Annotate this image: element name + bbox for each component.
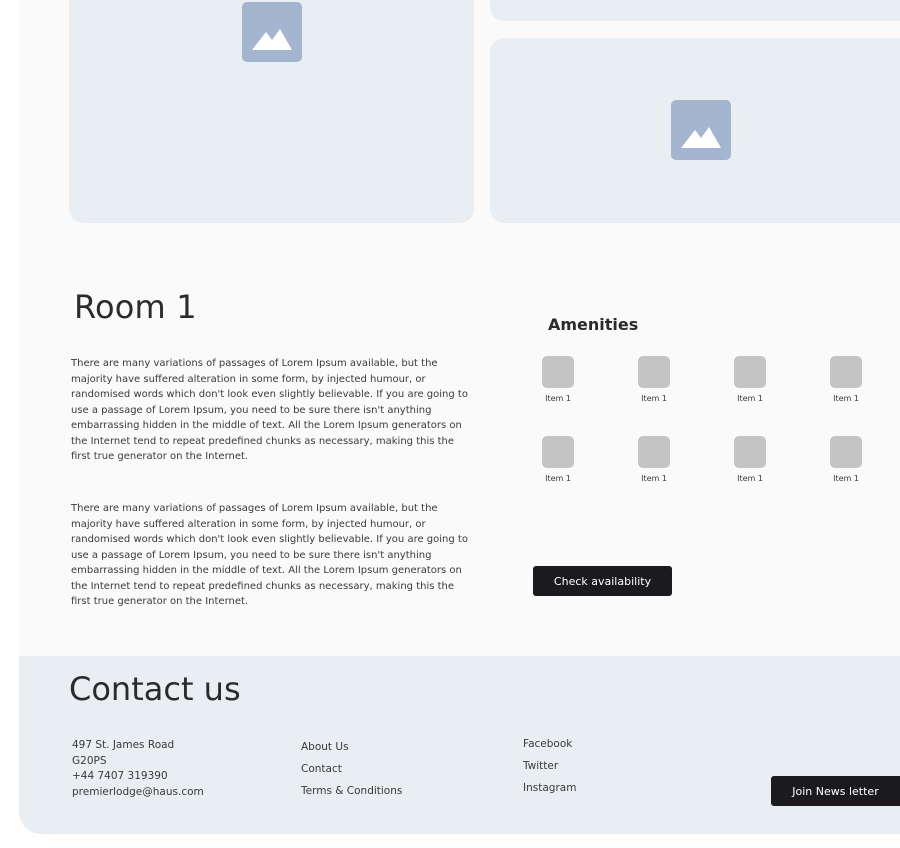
room-details-page: Room 1 There are many variations of pass… xyxy=(19,0,900,834)
contact-section: Contact us 497 St. James Road G20PS +44 … xyxy=(19,656,900,834)
contact-phone: +44 7407 319390 xyxy=(72,770,168,782)
contact-email: premierlodge@haus.com xyxy=(72,785,204,798)
amenity-label: Item 1 xyxy=(545,394,571,403)
amenity-item: Item 1 xyxy=(816,436,876,483)
amenities-title: Amenities xyxy=(548,315,639,334)
footer-link-contact[interactable]: Contact xyxy=(301,758,402,780)
amenity-label: Item 1 xyxy=(737,394,763,403)
image-placeholder-icon xyxy=(671,100,731,160)
amenity-item: Item 1 xyxy=(528,356,588,403)
amenity-icon xyxy=(542,436,574,468)
gallery-image-secondary-bottom[interactable] xyxy=(490,38,900,223)
image-placeholder-icon xyxy=(242,2,302,62)
amenity-label: Item 1 xyxy=(833,474,859,483)
amenity-item: Item 1 xyxy=(720,356,780,403)
amenity-item: Item 1 xyxy=(624,436,684,483)
check-availability-button[interactable]: Check availability xyxy=(533,566,672,596)
amenity-icon xyxy=(638,436,670,468)
footer-link-terms[interactable]: Terms & Conditions xyxy=(301,780,402,802)
footer-link-twitter[interactable]: Twitter xyxy=(523,755,576,777)
footer-link-instagram[interactable]: Instagram xyxy=(523,777,576,799)
room-description-paragraph: There are many variations of passages of… xyxy=(71,358,468,462)
contact-title: Contact us xyxy=(69,670,241,708)
footer-social-links: Facebook Twitter Instagram xyxy=(523,733,576,799)
room-title: Room 1 xyxy=(74,288,197,326)
amenity-icon xyxy=(734,436,766,468)
amenity-item: Item 1 xyxy=(720,436,780,483)
join-newsletter-button[interactable]: Join News letter xyxy=(771,776,900,806)
amenity-item: Item 1 xyxy=(816,356,876,403)
gallery-image-main[interactable] xyxy=(69,0,474,223)
gallery-image-secondary-top[interactable] xyxy=(490,0,900,21)
amenity-icon xyxy=(734,356,766,388)
amenity-icon xyxy=(830,356,862,388)
contact-address: 497 St. James Road G20PS +44 7407 319390… xyxy=(72,738,204,800)
amenity-label: Item 1 xyxy=(737,474,763,483)
amenity-item: Item 1 xyxy=(624,356,684,403)
amenity-label: Item 1 xyxy=(641,394,667,403)
footer-link-about-us[interactable]: About Us xyxy=(301,736,402,758)
amenity-item: Item 1 xyxy=(528,436,588,483)
amenity-label: Item 1 xyxy=(641,474,667,483)
address-postcode: G20PS xyxy=(72,754,107,767)
amenity-icon xyxy=(542,356,574,388)
footer-site-links: About Us Contact Terms & Conditions xyxy=(301,736,402,802)
address-street: 497 St. James Road xyxy=(72,739,175,751)
amenity-icon xyxy=(638,356,670,388)
amenity-label: Item 1 xyxy=(545,474,571,483)
room-description-paragraph: There are many variations of passages of… xyxy=(71,503,468,607)
amenity-label: Item 1 xyxy=(833,394,859,403)
footer-link-facebook[interactable]: Facebook xyxy=(523,733,576,755)
amenity-icon xyxy=(830,436,862,468)
